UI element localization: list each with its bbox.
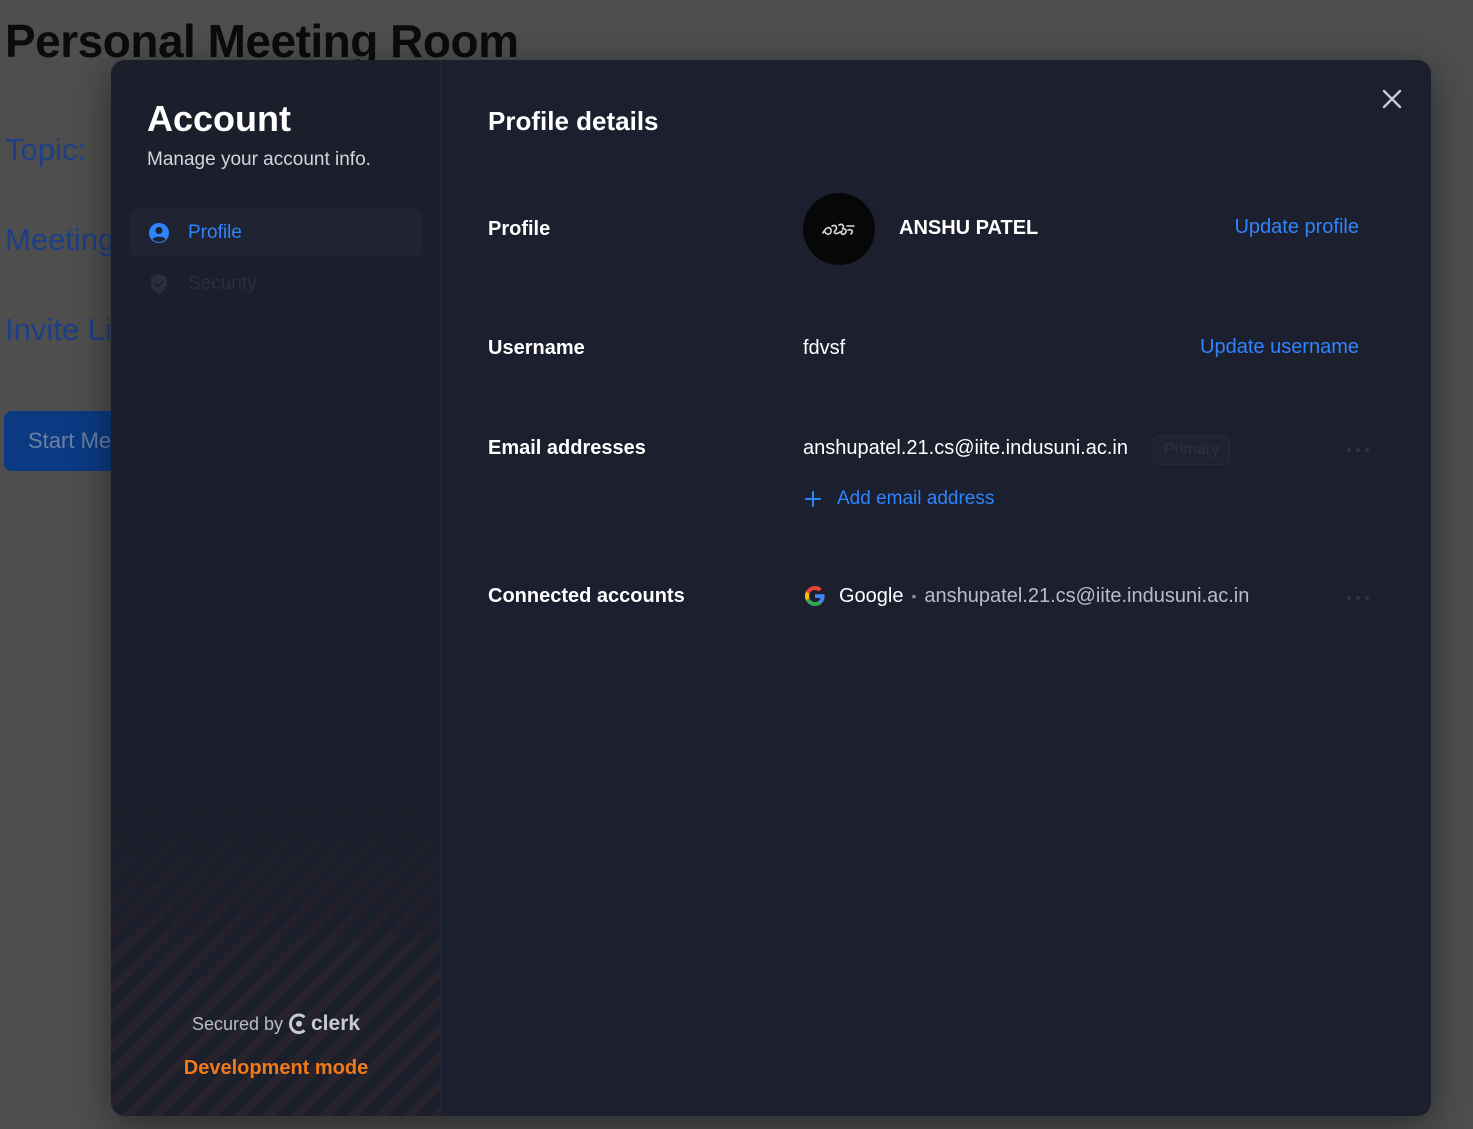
avatar <box>803 193 875 265</box>
sidebar-title: Account <box>147 98 291 139</box>
primary-badge: Primary <box>1153 435 1231 465</box>
username-row-label: Username <box>488 337 585 359</box>
dot <box>1365 448 1369 452</box>
account-sidebar: Account Manage your account info. Profil… <box>111 60 441 1116</box>
profile-row-label: Profile <box>488 218 551 240</box>
connected-account-more-menu-button[interactable] <box>1343 592 1373 604</box>
connected-account-item: Google • anshupatel.21.cs@iite.indusuni.… <box>803 584 1249 608</box>
plus-icon <box>805 491 821 507</box>
connected-accounts-row-label: Connected accounts <box>488 585 685 607</box>
dot <box>1347 596 1351 600</box>
profile-name: ANSHU PATEL <box>899 217 1039 239</box>
invite-link-label: Invite Li <box>5 312 112 347</box>
account-modal: Account Manage your account info. Profil… <box>111 60 1431 1116</box>
clerk-icon <box>289 1013 306 1035</box>
update-username-link[interactable]: Update username <box>1200 336 1359 359</box>
meeting-label: Meeting <box>5 222 116 257</box>
secured-by-footer: Secured by clerk <box>111 1012 441 1036</box>
connected-provider-name: Google <box>839 584 904 607</box>
development-mode-label: Development mode <box>183 1057 369 1079</box>
dot <box>1356 448 1360 452</box>
connected-account-email: anshupatel.21.cs@iite.indusuni.ac.in <box>924 584 1250 607</box>
sidebar-subtitle: Manage your account info. <box>147 149 371 170</box>
topic-label: Topic: <box>5 132 86 167</box>
shield-check-icon <box>147 272 171 296</box>
clerk-brand-text: clerk <box>311 1012 361 1035</box>
dot <box>1356 596 1360 600</box>
signature-avatar-image <box>822 223 855 236</box>
add-email-button[interactable]: Add email address <box>803 488 994 510</box>
clerk-logo[interactable]: clerk <box>289 1012 360 1036</box>
secured-by-text: Secured by <box>191 1013 283 1034</box>
user-circle-icon <box>147 221 171 245</box>
profile-details-title: Profile details <box>488 106 659 136</box>
nav-item-label: Security <box>188 273 257 294</box>
dot <box>1365 596 1369 600</box>
add-email-label: Add email address <box>837 488 995 509</box>
nav-item-profile[interactable]: Profile <box>129 209 423 257</box>
email-row-label: Email addresses <box>488 437 646 459</box>
dot <box>1347 448 1351 452</box>
google-icon <box>805 586 825 606</box>
email-more-menu-button[interactable] <box>1343 444 1373 456</box>
primary-email-value: anshupatel.21.cs@iite.indusuni.ac.in <box>803 437 1128 459</box>
close-button[interactable] <box>1379 86 1405 112</box>
profile-details-panel: Profile details Profile ANSHU PATEL Upda… <box>441 60 1431 1116</box>
update-profile-link[interactable]: Update profile <box>1234 216 1359 239</box>
nav-item-label: Profile <box>188 222 242 243</box>
username-value: fdvsf <box>803 337 846 359</box>
nav-item-security[interactable]: Security <box>129 260 423 308</box>
separator-dot: • <box>911 588 917 604</box>
close-icon <box>1382 89 1402 109</box>
